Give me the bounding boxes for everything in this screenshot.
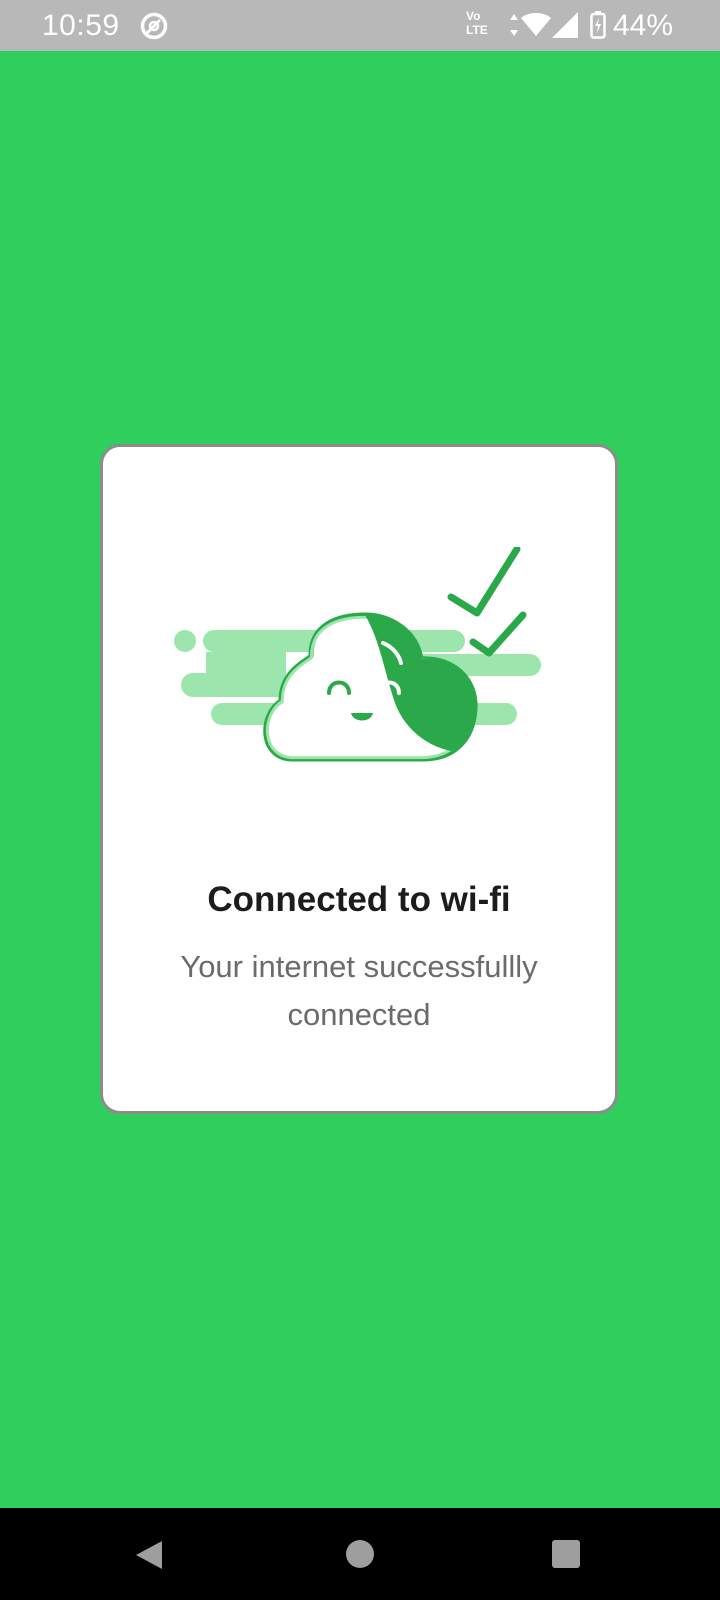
volte-bottom-label: LTE [466, 23, 488, 37]
status-bar: 10:59 Vo LTE 44% [0, 0, 720, 51]
screen: 10:59 Vo LTE 44% Connected to wi-fi Your… [0, 0, 720, 1600]
connection-dialog: Connected to wi-fi Your internet success… [100, 444, 618, 1114]
dialog-title: Connected to wi-fi [207, 880, 511, 919]
status-time: 10:59 [42, 9, 120, 42]
happy-cloud-checkmark-icon [174, 547, 541, 762]
back-icon[interactable] [134, 1539, 166, 1571]
volte-top-label: Vo [466, 9, 481, 23]
recents-icon[interactable] [552, 1540, 580, 1568]
battery-percent: 44% [613, 9, 674, 42]
battery-charging-icon [590, 11, 606, 39]
navigation-bar [0, 1508, 720, 1600]
home-icon[interactable] [346, 1540, 374, 1568]
wifi-icon [521, 13, 551, 36]
volte-icon: Vo LTE [466, 9, 496, 41]
data-arrows-icon [510, 14, 518, 36]
app-notification-icon [140, 12, 168, 40]
cellular-signal-icon [552, 12, 578, 38]
dialog-message: Your internet successfullly connected [180, 949, 538, 1032]
